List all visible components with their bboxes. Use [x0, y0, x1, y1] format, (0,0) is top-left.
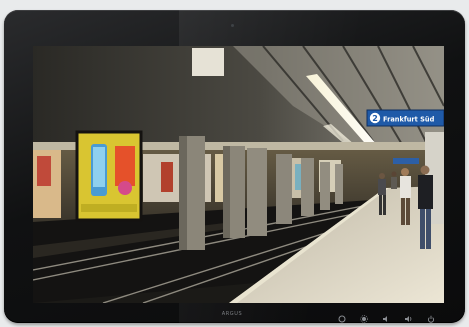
brightness-icon[interactable]	[358, 313, 370, 325]
tablet-bezel: 2 Frankfurt Süd ARGUS	[4, 10, 465, 323]
display-screen[interactable]: 2 Frankfurt Süd	[33, 46, 444, 303]
sign-line-number: 2	[372, 114, 378, 123]
subway-station-photo: 2 Frankfurt Süd	[33, 46, 444, 303]
volume-down-icon[interactable]	[380, 313, 392, 325]
menu-icon[interactable]	[336, 313, 348, 325]
brand-label: ARGUS	[221, 311, 243, 317]
volume-up-icon[interactable]	[402, 313, 414, 325]
front-camera	[231, 24, 234, 27]
sign-destination: Frankfurt Süd	[383, 116, 435, 124]
station-sign: 2 Frankfurt Süd	[366, 109, 444, 127]
power-icon[interactable]	[425, 313, 437, 325]
